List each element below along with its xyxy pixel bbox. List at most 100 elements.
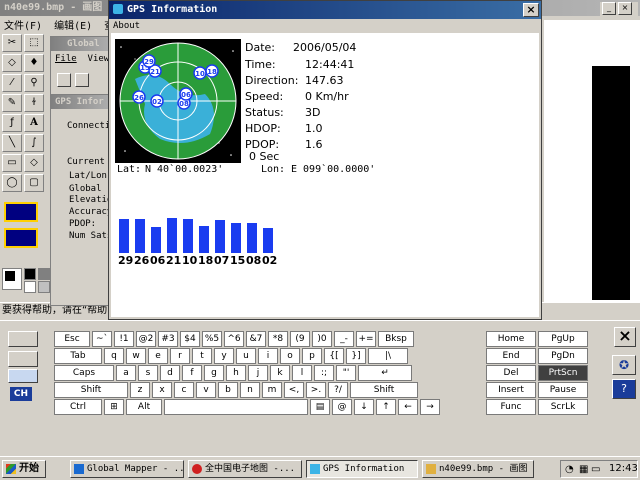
gps-app-icon-2[interactable]	[4, 228, 38, 248]
gps-titlebar[interactable]: GPS Information	[109, 1, 541, 19]
taskbar-gps-information[interactable]: GPS Information	[306, 460, 418, 478]
key-1-button[interactable]: !1	[114, 331, 134, 347]
key-j-button[interactable]: j	[248, 365, 268, 381]
key-3-button[interactable]: #3	[158, 331, 178, 347]
key-sym-button[interactable]: |\	[368, 348, 408, 364]
key-Ctrl-button[interactable]: Ctrl	[54, 399, 102, 415]
key-Alt-button[interactable]: Alt	[126, 399, 162, 415]
key-sym-button[interactable]: ?/	[328, 382, 348, 398]
key-Shift-button[interactable]: Shift	[350, 382, 418, 398]
key-Esc-button[interactable]: Esc	[54, 331, 90, 347]
key-6-button[interactable]: ^6	[224, 331, 244, 347]
curve-icon[interactable]: ∫	[24, 134, 44, 152]
keyboard-help-button[interactable]: ?	[612, 379, 636, 399]
current-colors[interactable]	[2, 268, 22, 290]
save-icon[interactable]	[75, 73, 89, 87]
key-Tab-button[interactable]: Tab	[54, 348, 102, 364]
pencil-icon[interactable]: ✎	[2, 94, 22, 112]
rectangle-icon[interactable]: ▭	[2, 154, 22, 172]
palette-swatch[interactable]	[24, 281, 36, 293]
key-home-button[interactable]: Home	[486, 331, 536, 347]
magnifier-icon[interactable]: ⚲	[24, 74, 44, 92]
key-k-button[interactable]: k	[270, 365, 290, 381]
polygon-icon[interactable]: ◇	[24, 154, 44, 172]
key-z-button[interactable]: z	[130, 382, 150, 398]
key-scrlk-button[interactable]: ScrLk	[538, 399, 588, 415]
key-u-button[interactable]: u	[236, 348, 256, 364]
key-0-button[interactable]: )0	[312, 331, 332, 347]
key-sym-button[interactable]: }]	[346, 348, 366, 364]
key-sym-button[interactable]: ~`	[92, 331, 112, 347]
key-y-button[interactable]: y	[214, 348, 234, 364]
key-sym-button[interactable]: <,	[284, 382, 304, 398]
key-pgup-button[interactable]: PgUp	[538, 331, 588, 347]
key-7-button[interactable]: &7	[246, 331, 266, 347]
key-space-button[interactable]	[164, 399, 308, 415]
key-b-button[interactable]: b	[218, 382, 238, 398]
taskbar-china-map[interactable]: 全中国电子地图 -...	[188, 460, 302, 478]
key-i-button[interactable]: i	[258, 348, 278, 364]
palette-swatch[interactable]	[38, 268, 50, 280]
close-icon[interactable]: ×	[618, 2, 632, 15]
airbrush-icon[interactable]: ƒ	[2, 114, 22, 132]
key-sym-button[interactable]: >.	[306, 382, 326, 398]
key-4-button[interactable]: $4	[180, 331, 200, 347]
key-8-button[interactable]: *8	[268, 331, 288, 347]
clock[interactable]: 12:43	[609, 463, 638, 474]
key-w-button[interactable]: w	[126, 348, 146, 364]
key-r-button[interactable]: r	[170, 348, 190, 364]
fill-icon[interactable]: ♦	[24, 54, 44, 72]
quicklaunch-desktop-icon[interactable]	[52, 461, 68, 477]
key-Shift-button[interactable]: Shift	[54, 382, 128, 398]
key-menu-button[interactable]: ▤	[310, 399, 330, 415]
key-2-button[interactable]: @2	[136, 331, 156, 347]
brush-icon[interactable]: ɫ	[24, 94, 44, 112]
gm-menu-file[interactable]: File	[55, 54, 77, 64]
key-5-button[interactable]: %5	[202, 331, 222, 347]
key-q-button[interactable]: q	[104, 348, 124, 364]
key-sym-button[interactable]: _-	[334, 331, 354, 347]
gps-app-icon[interactable]	[4, 202, 38, 222]
key-a-button[interactable]: a	[116, 365, 136, 381]
key-win-button[interactable]: ⊞	[104, 399, 124, 415]
key-e-button[interactable]: e	[148, 348, 168, 364]
key-sym-button[interactable]: ↓	[354, 399, 374, 415]
key-c-button[interactable]: c	[174, 382, 194, 398]
key-x-button[interactable]: x	[152, 382, 172, 398]
key-sym-button[interactable]: :;	[314, 365, 334, 381]
key-Bksp-button[interactable]: Bksp	[378, 331, 414, 347]
key-9-button[interactable]: (9	[290, 331, 310, 347]
palette-swatch[interactable]	[24, 268, 36, 280]
text-icon[interactable]: A	[24, 114, 44, 132]
free-select-icon[interactable]: ✂	[2, 34, 22, 52]
key-v-button[interactable]: v	[196, 382, 216, 398]
key-prtscn-button[interactable]: PrtScn	[538, 365, 588, 381]
key-end-button[interactable]: End	[486, 348, 536, 364]
key-Caps-button[interactable]: Caps	[54, 365, 114, 381]
picker-icon[interactable]: ⁄	[2, 74, 22, 92]
gps-menu-about[interactable]: About	[113, 21, 140, 31]
minimize-icon[interactable]: _	[602, 2, 616, 15]
key-pgdn-button[interactable]: PgDn	[538, 348, 588, 364]
rect-select-icon[interactable]: ⬚	[24, 34, 44, 52]
key-sym-button[interactable]: ↵	[358, 365, 412, 381]
key-sym-button[interactable]: {[	[324, 348, 344, 364]
key-m-button[interactable]: m	[262, 382, 282, 398]
key-del-button[interactable]: Del	[486, 365, 536, 381]
eraser-icon[interactable]: ◇	[2, 54, 22, 72]
open-folder-icon[interactable]	[57, 73, 71, 87]
key-insert-button[interactable]: Insert	[486, 382, 536, 398]
key-n-button[interactable]: n	[240, 382, 260, 398]
key-s-button[interactable]: s	[138, 365, 158, 381]
key-d-button[interactable]: d	[160, 365, 180, 381]
rounded-rect-icon[interactable]: ▢	[24, 174, 44, 192]
key-t-button[interactable]: t	[192, 348, 212, 364]
line-icon[interactable]: ╲	[2, 134, 22, 152]
key-h-button[interactable]: h	[226, 365, 246, 381]
taskbar-global-mapper[interactable]: Global Mapper - ...	[70, 460, 184, 478]
taskbar-paint[interactable]: n40e99.bmp - 画图	[422, 460, 534, 478]
key-sym-button[interactable]: +=	[356, 331, 376, 347]
key-pause-button[interactable]: Pause	[538, 382, 588, 398]
keyboard-settings-button[interactable]: ✪	[612, 355, 636, 375]
start-button[interactable]: 开始	[2, 460, 46, 478]
